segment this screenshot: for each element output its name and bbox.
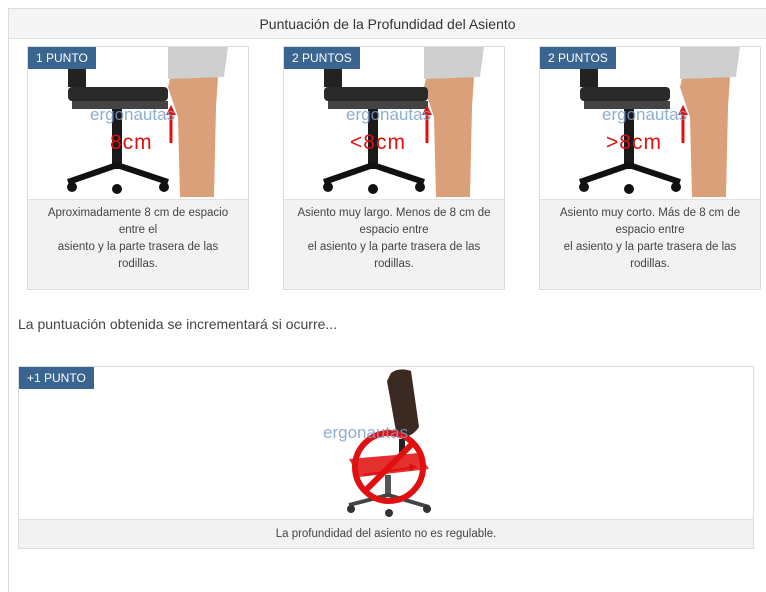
caption-line: espacio entre: [615, 224, 685, 236]
chair-seat-depth-image: ergonautas <8cm: [284, 47, 504, 199]
score-card-1-point: 1 PUNTO ergonautas 8cm Aproximadamente 8…: [27, 46, 249, 290]
caption-line: el asiento y la parte trasera de las: [307, 241, 481, 253]
caption-line: Asiento muy corto. Más de 8 cm de: [559, 207, 741, 219]
score-badge: 1 PUNTO: [28, 47, 96, 69]
measure-label: >8cm: [606, 131, 662, 154]
chair-seat-depth-image: ergonautas >8cm: [540, 47, 760, 199]
card-caption: Asiento muy largo. Menos de 8 cm de espa…: [284, 199, 504, 289]
non-adjustable-chair-image: ergonautas: [19, 367, 753, 519]
watermark-text: ergonautas: [602, 105, 688, 124]
score-card-2-points-long: 2 PUNTOS ergonautas <8cm Asiento muy lar…: [283, 46, 505, 290]
caption-line: rodillas.: [118, 258, 158, 270]
caption-line: rodillas.: [374, 258, 414, 270]
watermark-text: ergonautas: [323, 423, 409, 442]
measure-label: 8cm: [110, 131, 153, 154]
score-badge: 2 PUNTOS: [284, 47, 360, 69]
caption-line: asiento y la parte trasera de las: [57, 241, 219, 253]
caption-line: Asiento muy largo. Menos de 8 cm de: [297, 207, 491, 219]
caption-line: espacio entre: [359, 224, 429, 236]
card-caption: La profundidad del asiento no es regulab…: [19, 519, 753, 548]
watermark-text: ergonautas: [90, 105, 176, 124]
score-badge: +1 PUNTO: [19, 367, 94, 389]
panel-title: Puntuación de la Profundidad del Asiento: [9, 9, 766, 39]
caption-line: rodillas.: [630, 258, 670, 270]
measure-label: <8cm: [350, 131, 406, 154]
chair-seat-depth-image: ergonautas 8cm: [28, 47, 248, 199]
increment-intro-text: La puntuación obtenida se incrementará s…: [18, 316, 338, 332]
watermark-text: ergonautas: [346, 105, 432, 124]
card-caption: Aproximadamente 8 cm de espacio entre el…: [28, 199, 248, 289]
caption-line: entre el: [118, 224, 158, 236]
score-card-plus-1-point: +1 PUNTO ergonautas La profundidad del a…: [18, 366, 754, 549]
caption-line: Aproximadamente 8 cm de espacio: [47, 207, 229, 219]
score-card-2-points-short: 2 PUNTOS ergonautas >8cm Asiento muy cor…: [539, 46, 761, 290]
card-caption: Asiento muy corto. Más de 8 cm de espaci…: [540, 199, 760, 289]
caption-line: el asiento y la parte trasera de las: [563, 241, 737, 253]
score-badge: 2 PUNTOS: [540, 47, 616, 69]
